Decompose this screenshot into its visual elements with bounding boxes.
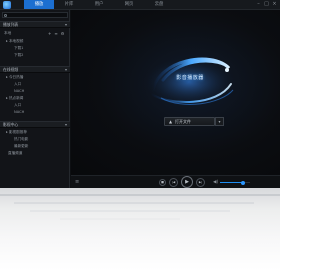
collapse-icon[interactable]: ▾ xyxy=(65,67,67,73)
top-bar: 播放 片库 用户 网页 云盘 – □ × xyxy=(0,0,280,10)
list-item[interactable]: ▸ 今日热播 xyxy=(6,75,23,80)
previous-button[interactable]: |◀ xyxy=(169,178,178,187)
list-item-label: 最新更新 xyxy=(14,144,29,148)
tab-cloud[interactable]: 云盘 xyxy=(144,0,174,9)
play-icon: ▶ xyxy=(185,179,189,185)
play-button[interactable]: ▶ xyxy=(181,176,193,188)
reflection-band xyxy=(14,202,254,204)
list-item[interactable]: ▸ 影视剧推荐 xyxy=(6,130,27,135)
list-item[interactable]: 下载1 xyxy=(14,46,23,51)
section-movies[interactable]: 影视中心 ▾ xyxy=(0,121,70,128)
list-item[interactable]: 本地 xyxy=(4,31,11,36)
maximize-icon[interactable]: □ xyxy=(264,2,269,7)
list-item-label: 下载1 xyxy=(14,46,24,50)
open-options-dropdown[interactable]: ▾ xyxy=(215,117,224,126)
minimize-icon[interactable]: – xyxy=(256,2,261,7)
list-item-label: 直播频道 xyxy=(8,151,23,155)
list-item[interactable]: NACH xyxy=(14,110,24,115)
list-item[interactable]: 入口 xyxy=(14,103,21,108)
list-item[interactable]: 直播频道 xyxy=(8,151,22,156)
reflection-band xyxy=(30,210,230,212)
list-item[interactable]: 最新更新 xyxy=(14,144,28,149)
list-item[interactable]: ▸ 热点新闻 xyxy=(6,96,23,101)
app-logo-icon xyxy=(3,1,11,9)
previous-icon: |◀ xyxy=(171,180,176,184)
list-item-label: 热门电影 xyxy=(14,137,29,141)
list-item-label: NACH xyxy=(14,110,25,114)
main-tabs: 播放 片库 用户 网页 云盘 xyxy=(24,0,174,10)
volume-slider[interactable] xyxy=(220,180,250,185)
list-item-label: NACH xyxy=(14,89,25,93)
collapse-icon[interactable]: ▾ xyxy=(65,22,67,28)
video-stage[interactable]: 影音播放器 ▲ 打开文件 ▾ xyxy=(71,10,280,175)
reflection-band xyxy=(0,194,280,196)
section-playlist[interactable]: 播放列表 ▾ xyxy=(0,21,70,28)
stop-icon: ■ xyxy=(161,180,164,184)
control-bar: ≡ ■ |◀ ▶ ▶| ◀) xyxy=(71,175,280,188)
tab-play[interactable]: 播放 xyxy=(24,0,54,9)
next-icon: ▶| xyxy=(198,180,203,184)
tab-library[interactable]: 片库 xyxy=(54,0,84,9)
list-item-label: 热点新闻 xyxy=(8,96,24,100)
playlist-tools: + ≡ ⚙ xyxy=(48,31,64,36)
tab-web[interactable]: 网页 xyxy=(114,0,144,9)
brand-text: 影音播放器 xyxy=(176,75,204,81)
list-item-label: 下载2 xyxy=(14,53,24,57)
reflection-band xyxy=(60,218,180,220)
close-icon[interactable]: × xyxy=(272,2,277,7)
section-title: 影视中心 xyxy=(3,122,19,127)
player-window: 播放 片库 用户 网页 云盘 – □ × 播放列表 ▾ 本地 + ≡ ⚙ ▸ 本… xyxy=(0,0,280,188)
list-item-label: 入口 xyxy=(14,82,22,86)
open-file-button[interactable]: ▲ 打开文件 xyxy=(164,117,215,126)
add-icon[interactable]: + xyxy=(48,31,51,36)
volume-icon[interactable]: ◀) xyxy=(213,180,218,185)
eject-icon: ▲ xyxy=(169,119,173,124)
open-file-label: 打开文件 xyxy=(175,119,191,124)
volume-handle[interactable] xyxy=(240,180,245,185)
window-controls: – □ × xyxy=(256,2,277,7)
stop-button[interactable]: ■ xyxy=(159,179,166,186)
volume-fill xyxy=(220,182,243,183)
window-reflection xyxy=(0,188,280,270)
list-item-label: 入口 xyxy=(14,103,22,107)
list-item-label: 本地视频 xyxy=(8,39,24,43)
list-item-label: 今日热播 xyxy=(8,75,24,79)
section-online[interactable]: 在线视频 ▾ xyxy=(0,66,70,73)
section-title: 在线视频 xyxy=(3,67,19,72)
list-item[interactable]: ▸ 本地视频 xyxy=(6,39,23,44)
list-item-label: 影视剧推荐 xyxy=(8,130,27,134)
chevron-down-icon: ▾ xyxy=(218,119,221,124)
sidebar: 播放列表 ▾ 本地 + ≡ ⚙ ▸ 本地视频 下载1 下载2 在线视频 ▾ ▸ … xyxy=(0,10,70,188)
list-item-label: 本地 xyxy=(4,31,12,35)
brand-swirl-graphic xyxy=(141,56,237,108)
next-button[interactable]: ▶| xyxy=(196,178,205,187)
list-item[interactable]: 下载2 xyxy=(14,53,23,58)
collapse-icon[interactable]: ▾ xyxy=(65,122,67,128)
list-item[interactable]: 热门电影 xyxy=(14,137,28,142)
settings-icon[interactable]: ⚙ xyxy=(61,31,65,36)
list-item[interactable]: NACH xyxy=(14,89,24,94)
tab-user[interactable]: 用户 xyxy=(84,0,114,9)
list-icon[interactable]: ≡ xyxy=(54,31,57,36)
search-icon xyxy=(4,14,7,17)
list-item[interactable]: 入口 xyxy=(14,82,21,87)
section-title: 播放列表 xyxy=(3,22,19,27)
search-input[interactable] xyxy=(2,12,68,18)
playlist-toggle-icon[interactable]: ≡ xyxy=(75,179,79,185)
